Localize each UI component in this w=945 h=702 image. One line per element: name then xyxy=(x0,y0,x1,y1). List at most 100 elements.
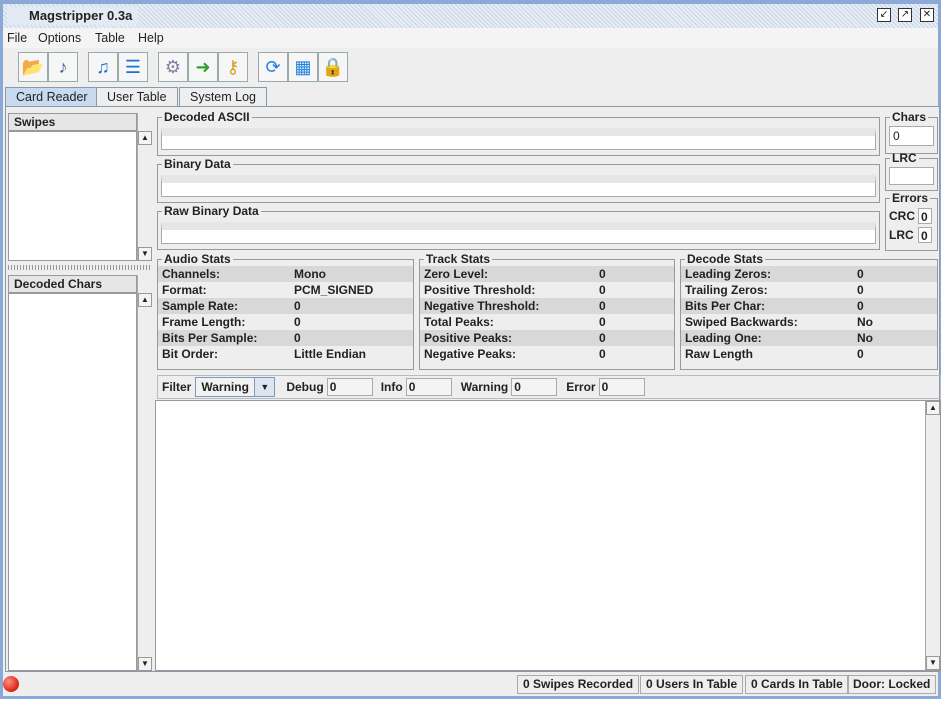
stat-value: 0 xyxy=(294,331,301,345)
menu-table[interactable]: Table xyxy=(95,31,125,45)
binary-data-label: Binary Data xyxy=(164,157,231,171)
stat-row: Leading One: No xyxy=(681,330,937,346)
decoded-chars-scrollbar[interactable]: ▲ ▼ xyxy=(137,275,152,671)
lrc-group: LRC xyxy=(885,151,938,191)
menu-options[interactable]: Options xyxy=(38,31,81,45)
stat-label: Swiped Backwards: xyxy=(685,315,798,329)
stat-row: Swiped Backwards: No xyxy=(681,314,937,330)
stat-row: Raw Length 0 xyxy=(681,346,937,362)
swipes-list[interactable] xyxy=(8,131,137,261)
scroll-down-icon[interactable]: ▼ xyxy=(138,247,152,261)
decoded-ascii-group: Decoded ASCII xyxy=(157,110,880,156)
raw-binary-label: Raw Binary Data xyxy=(164,204,259,218)
stat-value: 0 xyxy=(599,283,606,297)
stat-label: Positive Peaks: xyxy=(424,331,513,345)
close-icon[interactable]: ✕ xyxy=(920,8,934,22)
decode-stats-title: Decode Stats xyxy=(687,252,764,266)
info-label: Info xyxy=(380,380,403,394)
key-icon[interactable]: ⚷ xyxy=(218,52,248,82)
scroll-up-icon[interactable]: ▲ xyxy=(138,131,152,145)
stat-row: Bit Order: Little Endian xyxy=(158,346,413,362)
binary-data-group: Binary Data xyxy=(157,157,880,203)
audio-stats-group: Audio Stats Channels: Mono Format: PCM_SIGNE… xyxy=(157,252,414,370)
tab-card-reader[interactable]: Card Reader xyxy=(5,87,99,107)
decoded-ascii-field[interactable] xyxy=(161,128,876,150)
track-stats-group: Track Stats Zero Level: 0 Positive Threshol… xyxy=(419,252,675,370)
decoded-ascii-label: Decoded ASCII xyxy=(164,110,250,124)
stat-label: Total Peaks: xyxy=(424,315,494,329)
stat-row: Trailing Zeros: 0 xyxy=(681,282,937,298)
filter-select[interactable]: Warning ▼ xyxy=(195,377,276,397)
debug-count: 0 xyxy=(326,378,373,396)
warning-label: Warning xyxy=(460,380,509,394)
grid-icon[interactable]: ▦ xyxy=(288,52,318,82)
stat-value: PCM_SIGNED xyxy=(294,283,374,297)
errors-label: Errors xyxy=(892,191,929,205)
swipes-header: Swipes xyxy=(8,113,137,131)
gear-icon[interactable]: ⚙ xyxy=(158,52,188,82)
filter-label: Filter xyxy=(162,380,192,394)
audio-file-icon[interactable]: ♪ xyxy=(48,52,78,82)
stat-row: Channels: Mono xyxy=(158,266,413,282)
errors-group: Errors CRC 0 LRC 0 xyxy=(885,191,938,251)
stat-value: No xyxy=(857,315,873,329)
split-divider[interactable] xyxy=(8,265,152,270)
stat-row: Frame Length: 0 xyxy=(158,314,413,330)
track-stats-title: Track Stats xyxy=(426,252,491,266)
stat-label: Bit Order: xyxy=(162,347,219,361)
stat-label: Trailing Zeros: xyxy=(685,283,768,297)
binary-data-field[interactable] xyxy=(161,175,876,197)
document-icon[interactable]: ☰ xyxy=(118,52,148,82)
stat-label: Channels: xyxy=(162,267,221,281)
stat-value: 0 xyxy=(599,331,606,345)
minimize-icon[interactable]: ↙ xyxy=(877,8,891,22)
tab-system-log[interactable]: System Log xyxy=(179,87,268,107)
log-scrollbar[interactable]: ▲ ▼ xyxy=(925,401,940,670)
maximize-icon[interactable]: ↗ xyxy=(898,8,912,22)
door-status: Door: Locked xyxy=(847,675,937,694)
audio-document-icon[interactable]: ♫ xyxy=(88,52,118,82)
lrc-value xyxy=(889,167,934,185)
raw-binary-group: Raw Binary Data xyxy=(157,204,880,250)
swipes-scrollbar[interactable]: ▲ ▼ xyxy=(137,113,152,261)
scroll-up-icon[interactable]: ▲ xyxy=(138,293,152,307)
log-area[interactable]: ▲ ▼ xyxy=(155,400,941,671)
app-window: Magstripper 0.3a ↙ ↗ ✕ File Options Tabl… xyxy=(0,0,941,699)
lock-screen-icon[interactable]: 🔒 xyxy=(318,52,348,82)
scroll-down-icon[interactable]: ▼ xyxy=(138,657,152,671)
stat-label: Raw Length xyxy=(685,347,753,361)
menu-help[interactable]: Help xyxy=(138,31,164,45)
stat-row: Positive Threshold: 0 xyxy=(420,282,674,298)
raw-binary-field[interactable] xyxy=(161,222,876,244)
filter-bar: Filter Warning ▼ Debug 0 Info 0 Warning 0… xyxy=(157,375,941,399)
error-count: 0 xyxy=(598,378,645,396)
error-label: Error xyxy=(566,380,596,394)
menu-file[interactable]: File xyxy=(7,31,27,45)
refresh-icon[interactable]: ⟳ xyxy=(258,52,288,82)
decode-stats-group: Decode Stats Leading Zeros: 0 Trailing Zero… xyxy=(680,252,938,370)
stat-value: Little Endian xyxy=(294,347,366,361)
filter-selected: Warning xyxy=(201,380,249,394)
export-icon[interactable]: ➜ xyxy=(188,52,218,82)
tab-user-table[interactable]: User Table xyxy=(96,87,178,107)
decoded-chars-list[interactable] xyxy=(8,293,137,671)
stat-row: Total Peaks: 0 xyxy=(420,314,674,330)
stat-value: 0 xyxy=(599,315,606,329)
stat-row: Leading Zeros: 0 xyxy=(681,266,937,282)
stat-value: No xyxy=(857,331,873,345)
stat-label: Leading Zeros: xyxy=(685,267,772,281)
stat-label: Negative Threshold: xyxy=(424,299,540,313)
stat-row: Format: PCM_SIGNED xyxy=(158,282,413,298)
stat-value: 0 xyxy=(857,299,864,313)
chars-group: Chars 0 xyxy=(885,110,938,154)
status-bar: 0 Swipes Recorded 0 Users In Table 0 Car… xyxy=(3,673,938,696)
stat-row: Bits Per Char: 0 xyxy=(681,298,937,314)
chevron-down-icon[interactable]: ▼ xyxy=(254,378,275,396)
lrc-error-value: 0 xyxy=(918,227,932,243)
chars-label: Chars xyxy=(892,110,927,124)
open-folder-icon[interactable]: 📂 xyxy=(18,52,48,82)
scroll-up-icon[interactable]: ▲ xyxy=(926,401,940,415)
stat-row: Zero Level: 0 xyxy=(420,266,674,282)
stat-value: 0 xyxy=(294,299,301,313)
scroll-down-icon[interactable]: ▼ xyxy=(926,656,940,670)
